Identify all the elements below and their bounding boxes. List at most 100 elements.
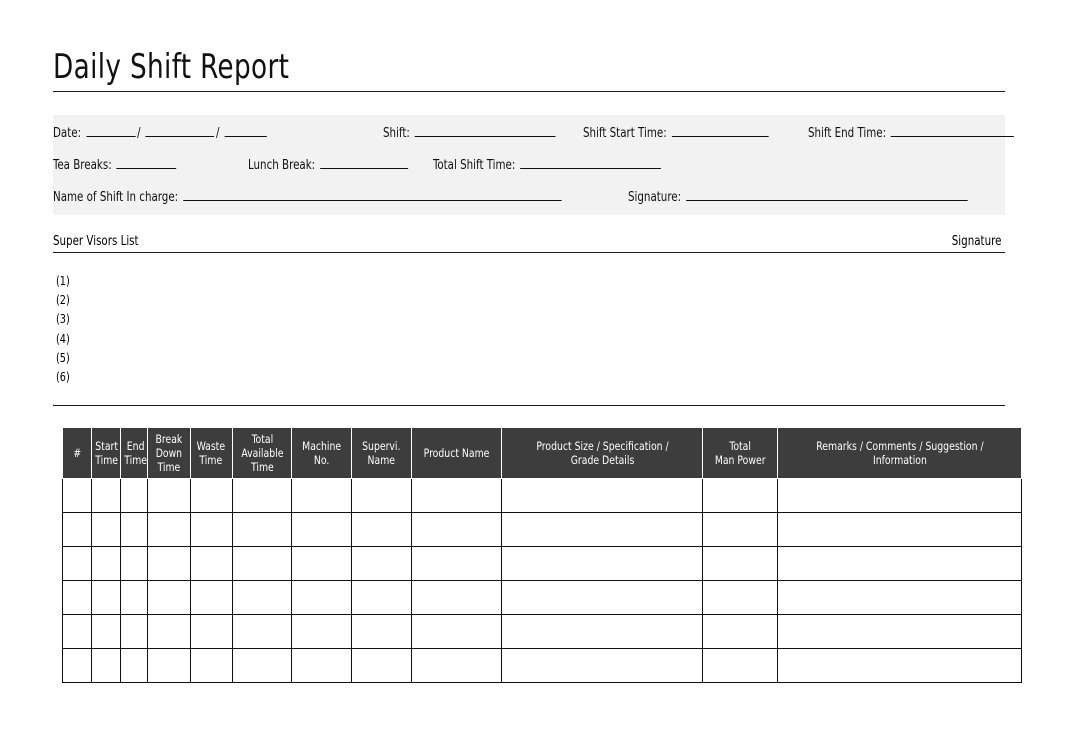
form-field-blank[interactable] [224, 124, 267, 137]
table-cell-remarks[interactable] [777, 546, 1022, 581]
form-field-blank[interactable] [671, 124, 769, 137]
table-cell-machine_no[interactable] [291, 614, 353, 649]
supervisor-list-item[interactable]: (5) [56, 349, 416, 368]
table-cell-index[interactable] [62, 478, 92, 513]
page-title: Daily Shift Report [53, 47, 290, 87]
table-cell-remarks[interactable] [777, 512, 1022, 547]
table-cell-break_down_time[interactable] [147, 614, 191, 649]
supervisor-list-item[interactable]: (4) [56, 330, 416, 349]
table-cell-machine_no[interactable] [291, 512, 353, 547]
table-cell-product_name[interactable] [410, 478, 503, 513]
column-header-label: Remarks / Comments / Suggestion / Informa… [815, 439, 984, 467]
table-cell-index[interactable] [62, 580, 92, 615]
table-cell-start_time[interactable] [90, 478, 121, 513]
table-cell-supervisor_name[interactable] [351, 512, 412, 547]
table-cell-machine_no[interactable] [291, 580, 353, 615]
supervisor-list-item[interactable]: (2) [56, 291, 416, 310]
table-cell-break_down_time[interactable] [147, 580, 191, 615]
table-cell-product_size[interactable] [501, 580, 703, 615]
table-cell-waste_time[interactable] [189, 580, 233, 615]
table-cell-supervisor_name[interactable] [351, 580, 412, 615]
table-cell-waste_time[interactable] [189, 614, 233, 649]
table-cell-index[interactable] [62, 546, 92, 581]
table-cell-index[interactable] [62, 648, 92, 683]
table-cell-waste_time[interactable] [189, 546, 233, 581]
form-field-blank[interactable] [320, 156, 409, 169]
table-cell-end_time[interactable] [119, 512, 149, 547]
form-field-blank[interactable] [891, 124, 1015, 137]
table-cell-machine_no[interactable] [291, 648, 353, 683]
table-cell-break_down_time[interactable] [147, 546, 191, 581]
form-field-blank[interactable] [86, 124, 136, 137]
page-title-wrap: Daily Shift Report [53, 48, 1005, 86]
table-cell-product_name[interactable] [410, 648, 503, 683]
form-field-blank[interactable] [183, 188, 562, 201]
table-cell-break_down_time[interactable] [147, 648, 191, 683]
table-cell-supervisor_name[interactable] [351, 614, 412, 649]
table-cell-product_size[interactable] [501, 546, 703, 581]
table-cell-machine_no[interactable] [291, 478, 353, 513]
table-cell-end_time[interactable] [119, 478, 149, 513]
table-cell-product_size[interactable] [501, 512, 703, 547]
supervisor-list-item[interactable]: (3) [56, 310, 416, 329]
table-cell-start_time[interactable] [90, 546, 121, 581]
table-cell-remarks[interactable] [777, 478, 1022, 513]
table-cell-supervisor_name[interactable] [351, 546, 412, 581]
table-cell-product_name[interactable] [410, 614, 503, 649]
table-cell-end_time[interactable] [119, 648, 149, 683]
supervisor-list-item[interactable]: (6) [56, 368, 416, 387]
table-cell-total_man_power[interactable] [701, 478, 779, 513]
table-cell-end_time[interactable] [119, 580, 149, 615]
table-cell-end_time[interactable] [119, 546, 149, 581]
table-cell-total_available_time[interactable] [231, 648, 293, 683]
table-cell-remarks[interactable] [777, 614, 1022, 649]
table-cell-start_time[interactable] [90, 580, 121, 615]
table-cell-product_size[interactable] [501, 648, 703, 683]
table-cell-remarks[interactable] [777, 580, 1022, 615]
table-cell-start_time[interactable] [90, 512, 121, 547]
form-field-blank[interactable] [116, 156, 177, 169]
table-cell-waste_time[interactable] [189, 648, 233, 683]
table-cell-total_man_power[interactable] [701, 512, 779, 547]
table-cell-index[interactable] [62, 512, 92, 547]
table-cell-waste_time[interactable] [189, 512, 233, 547]
table-cell-supervisor_name[interactable] [351, 478, 412, 513]
table-cell-end_time[interactable] [119, 614, 149, 649]
table-cell-index[interactable] [62, 614, 92, 649]
table-cell-product_name[interactable] [410, 546, 503, 581]
table-cell-break_down_time[interactable] [147, 478, 191, 513]
table-cell-total_man_power[interactable] [701, 546, 779, 581]
table-cell-supervisor_name[interactable] [351, 648, 412, 683]
form-field-label: Shift: [383, 126, 414, 141]
table-cell-total_available_time[interactable] [231, 478, 293, 513]
table-cell-total_man_power[interactable] [701, 580, 779, 615]
table-cell-product_size[interactable] [501, 614, 703, 649]
table-cell-total_available_time[interactable] [231, 580, 293, 615]
column-header-product_name: Product Name [410, 427, 503, 479]
form-field: Total Shift Time: [433, 155, 663, 177]
table-cell-remarks[interactable] [777, 648, 1022, 683]
table-cell-total_available_time[interactable] [231, 546, 293, 581]
table-cell-product_name[interactable] [410, 512, 503, 547]
form-field-label: Shift Start Time: [583, 126, 670, 141]
form-field-blank[interactable] [414, 124, 556, 137]
form-field-label: Lunch Break: [248, 158, 319, 173]
form-field-blank[interactable] [145, 124, 215, 137]
table-cell-start_time[interactable] [90, 648, 121, 683]
table-cell-total_available_time[interactable] [231, 614, 293, 649]
table-cell-product_name[interactable] [410, 580, 503, 615]
table-cell-break_down_time[interactable] [147, 512, 191, 547]
table-cell-product_size[interactable] [501, 478, 703, 513]
table-row [62, 546, 1022, 581]
table-cell-start_time[interactable] [90, 614, 121, 649]
form-field-blank[interactable] [520, 156, 662, 169]
column-header-index: # [62, 427, 92, 479]
form-field-blank[interactable] [686, 188, 968, 201]
table-cell-machine_no[interactable] [291, 546, 353, 581]
table-cell-total_man_power[interactable] [701, 614, 779, 649]
table-cell-total_man_power[interactable] [701, 648, 779, 683]
column-header-label: Product Size / Specification / Grade Deta… [535, 439, 669, 467]
supervisor-list-item[interactable]: (1) [56, 272, 416, 291]
table-cell-waste_time[interactable] [189, 478, 233, 513]
table-cell-total_available_time[interactable] [231, 512, 293, 547]
